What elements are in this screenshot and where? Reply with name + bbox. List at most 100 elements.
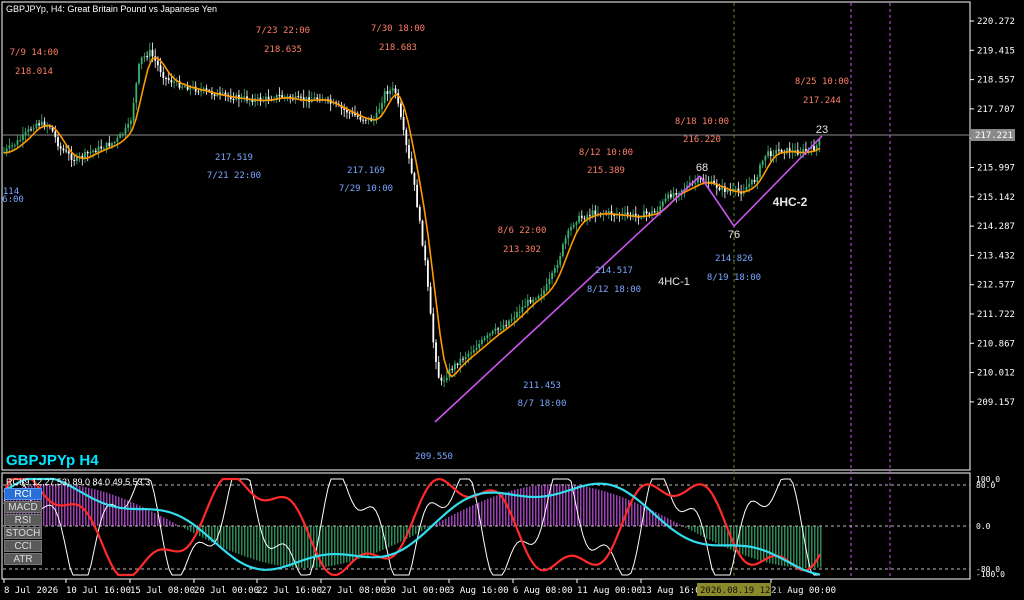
- histogram-bar: [229, 526, 231, 551]
- candle-body: [13, 144, 16, 146]
- swing-low-price: 214.517: [595, 266, 633, 276]
- candle-body: [659, 206, 661, 211]
- candle-body: [583, 217, 586, 219]
- candle-body: [481, 339, 483, 344]
- histogram-bar: [250, 526, 252, 559]
- candle-body: [572, 224, 575, 228]
- candle-body: [278, 95, 281, 97]
- candle-body: [551, 272, 553, 280]
- candle-body: [316, 97, 319, 100]
- histogram-bar: [280, 526, 282, 566]
- candle-body: [221, 92, 224, 94]
- price-tick-label: 211.722: [977, 310, 1015, 320]
- histogram-bar: [325, 526, 327, 567]
- candle-body: [508, 320, 510, 326]
- indicator-button-atr[interactable]: ATR: [4, 553, 42, 565]
- histogram-bar: [145, 508, 147, 526]
- histogram-bar: [715, 526, 717, 543]
- time-tick-label: 15 Jul 08:00: [130, 586, 195, 596]
- candle-body: [726, 190, 729, 192]
- candle-body: [559, 255, 562, 265]
- histogram-bar: [577, 485, 579, 526]
- histogram-bar: [400, 526, 402, 542]
- indicator-button-rci[interactable]: RCI: [4, 488, 42, 500]
- candle-body: [116, 137, 119, 143]
- histogram-bar: [181, 526, 183, 527]
- indicator-tick-label: 0.0: [976, 522, 991, 531]
- candle-body: [589, 215, 591, 217]
- candle-body: [516, 312, 518, 318]
- candle-body: [543, 290, 545, 295]
- candle-body: [381, 103, 383, 110]
- candle-body: [413, 172, 416, 185]
- candle-body: [540, 294, 543, 297]
- histogram-bar: [541, 484, 543, 526]
- candle-body: [408, 144, 410, 159]
- swing-low-date: 6:00: [2, 195, 24, 205]
- histogram-bar: [283, 526, 285, 567]
- histogram-bar: [745, 526, 747, 556]
- histogram-bar: [811, 526, 813, 568]
- trading-chart[interactable]: GBPJPYp, H4: Great Britain Pound vs Japa…: [0, 0, 1024, 600]
- histogram-bar: [235, 526, 237, 553]
- histogram-bar: [574, 485, 576, 526]
- swing-low-price: 217.169: [347, 166, 385, 176]
- candle-body: [734, 188, 737, 190]
- indicator-button-cci[interactable]: CCI: [4, 540, 42, 552]
- histogram-bar: [361, 526, 363, 559]
- swing-low-date: 7/21 22:00: [207, 171, 261, 181]
- histogram-bar: [292, 526, 294, 568]
- indicator-button-stoch[interactable]: STOCH: [4, 527, 42, 539]
- candle-body: [73, 160, 76, 162]
- candle-body: [94, 150, 97, 153]
- price-axis[interactable]: 220.272219.415218.557217.707216.852215.9…: [970, 17, 1015, 408]
- candle-body: [108, 142, 111, 147]
- indicator-button-rsi[interactable]: RSI: [4, 514, 42, 526]
- time-tick-label: 3 Aug 16:00: [449, 586, 509, 596]
- price-tick-label: 210.867: [977, 339, 1015, 349]
- symbol-info: GBPJPYp, H4: Great Britain Pound vs Japa…: [6, 4, 217, 14]
- candle-body: [70, 153, 73, 161]
- candle-body: [170, 80, 173, 83]
- histogram-bar: [505, 492, 507, 526]
- histogram-bar: [331, 526, 333, 566]
- histogram-bar: [334, 526, 336, 566]
- swing-high-date: 8/12 10:00: [579, 148, 633, 158]
- histogram-bar: [247, 526, 249, 558]
- histogram-bar: [523, 487, 525, 526]
- candle-body: [778, 149, 780, 151]
- histogram-bar: [193, 526, 195, 534]
- price-tick-label: 218.557: [977, 76, 1015, 86]
- candle-body: [440, 377, 443, 381]
- candle-body: [751, 179, 753, 185]
- histogram-bar: [820, 526, 822, 568]
- histogram-bar: [754, 526, 756, 559]
- histogram-bar: [526, 486, 528, 526]
- swing-high-price: 218.683: [379, 43, 417, 53]
- time-cursor-value: 2026.08.19 12:00: [700, 586, 787, 596]
- candle-body: [97, 146, 100, 153]
- histogram-bar: [775, 526, 777, 565]
- candle-body: [67, 151, 70, 154]
- candle-body: [753, 179, 756, 182]
- histogram-bar: [322, 526, 324, 568]
- price-tick-label: 212.577: [977, 281, 1015, 291]
- histogram-bar: [175, 523, 177, 526]
- histogram-bar: [487, 498, 489, 526]
- candle-body: [653, 211, 656, 213]
- candle-body: [40, 121, 43, 126]
- candle-body: [364, 119, 367, 121]
- histogram-bar: [349, 526, 351, 562]
- histogram-bar: [496, 495, 498, 526]
- histogram-bar: [712, 526, 714, 542]
- histogram-bar: [166, 519, 168, 526]
- candle-body: [84, 152, 86, 158]
- wave-count-label: 68: [696, 162, 708, 174]
- candle-body: [499, 328, 502, 330]
- candle-body: [348, 112, 351, 114]
- histogram-bar: [619, 496, 621, 526]
- indicator-button-macd[interactable]: MACD: [4, 501, 42, 513]
- candle-body: [27, 129, 30, 132]
- histogram-bar: [43, 484, 45, 526]
- candle-body: [769, 151, 772, 156]
